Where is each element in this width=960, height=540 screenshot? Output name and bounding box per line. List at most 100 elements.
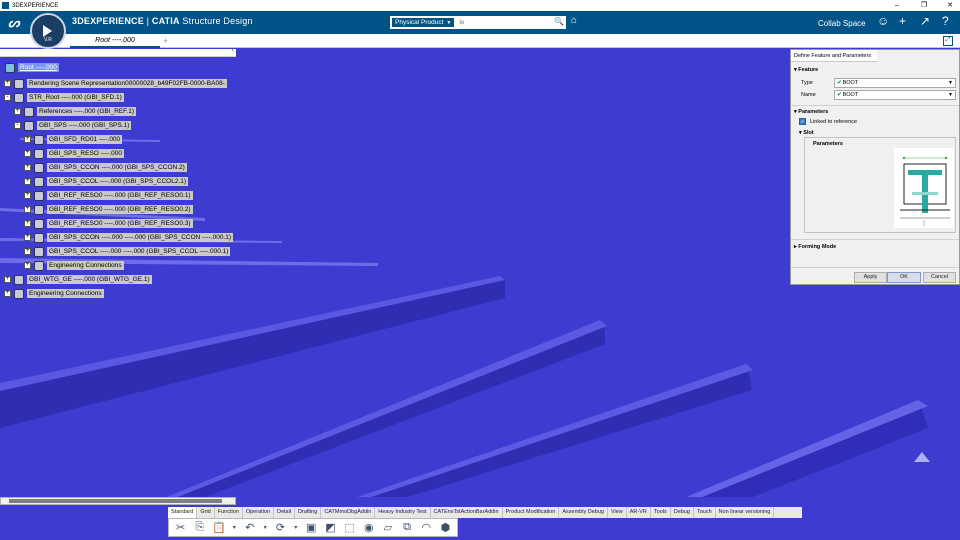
- drawing-icon[interactable]: ◉: [361, 521, 376, 535]
- action-tab[interactable]: CATEnsTstActionBarAddin: [431, 507, 503, 518]
- tree-node[interactable]: + References ----.000 (GBI_REF.1): [14, 106, 137, 117]
- action-tab[interactable]: Function: [215, 507, 243, 518]
- add-tab-icon[interactable]: +: [163, 36, 168, 46]
- tree-node[interactable]: + Engineering Connections: [24, 260, 124, 271]
- expand-icon[interactable]: +: [24, 192, 31, 199]
- action-tab[interactable]: Heavy Industry Test: [375, 507, 431, 518]
- compass-icon[interactable]: V.R: [30, 13, 66, 49]
- tree-node-label: STR_Root ----.000 (GBI_SFD.1): [27, 93, 124, 102]
- paste-icon[interactable]: 📋: [211, 521, 226, 535]
- tree-node[interactable]: + GBI_REF_RESO0 ----.000 (GBI_REF_RESO0.1…: [24, 190, 193, 201]
- action-tab[interactable]: Debug: [671, 507, 694, 518]
- action-tab[interactable]: CATMmoDbgAddin: [321, 507, 376, 518]
- maximize-icon[interactable]: ❐: [915, 0, 933, 11]
- slot-section-header[interactable]: ▾ Slot: [799, 130, 814, 136]
- tree-horizontal-scrollbar[interactable]: [0, 497, 236, 505]
- expand-icon[interactable]: +: [24, 248, 31, 255]
- collapse-icon[interactable]: -: [14, 122, 21, 129]
- tree-node[interactable]: + GBI_WTG_GE ----.000 (GBI_WTG_GE.1): [4, 274, 152, 285]
- cut-icon[interactable]: ✂: [173, 521, 188, 535]
- tree-node[interactable]: + GBI_SPS_CCOL ----.000 (GBI_SPS_CCOL2.1): [24, 176, 189, 187]
- action-tab[interactable]: Product Modification: [503, 507, 560, 518]
- expand-icon[interactable]: +: [24, 136, 31, 143]
- shape-icon[interactable]: ⬚: [342, 521, 357, 535]
- tree-node[interactable]: + GBI_SPS_CCOL ----.000 ----.000 (GBI_SPS…: [24, 246, 231, 257]
- chevron-down-icon[interactable]: ▾: [261, 521, 269, 535]
- tree-node[interactable]: + GBI_REF_RESO0 ----.000 (GBI_REF_RESO0.3…: [24, 218, 193, 229]
- expand-icon[interactable]: +: [4, 80, 11, 87]
- fullscreen-icon[interactable]: ⤢: [943, 36, 953, 46]
- user-icon[interactable]: ☺: [877, 14, 889, 28]
- action-tab[interactable]: Assembly Debug: [559, 507, 608, 518]
- collab-space-selector[interactable]: Collab Space: [818, 19, 866, 28]
- apply-button[interactable]: Apply: [854, 272, 887, 283]
- scrollbar-thumb[interactable]: [9, 499, 222, 503]
- surface-icon[interactable]: ◠: [419, 521, 434, 535]
- expand-icon[interactable]: +: [4, 290, 11, 297]
- expand-icon[interactable]: +: [4, 276, 11, 283]
- ds-logo-icon[interactable]: ᔕ: [8, 15, 20, 31]
- tree-node[interactable]: + GBI_SFD_RD01 ----.000: [24, 134, 123, 145]
- linked-to-reference-checkbox[interactable]: ✓: [799, 118, 806, 125]
- search-icon[interactable]: 🔍: [554, 17, 564, 26]
- search-context-select[interactable]: Physical Product ▼: [391, 17, 456, 28]
- tree-node[interactable]: - STR_Root ----.000 (GBI_SFD.1): [4, 92, 124, 103]
- feature-section-header[interactable]: ▾ Feature: [794, 67, 818, 73]
- cancel-button[interactable]: Cancel: [923, 272, 956, 283]
- tree-node-label: GBI_SPS_CCON ----.000 (GBI_SPS_CCON.2): [47, 163, 187, 172]
- action-tab[interactable]: AR-VR: [627, 507, 651, 518]
- name-select[interactable]: ✔BOOT ▼: [834, 90, 956, 100]
- action-tab[interactable]: Operation: [243, 507, 274, 518]
- type-select[interactable]: ✔BOOT ▼: [834, 78, 956, 88]
- action-tab[interactable]: Grid: [197, 507, 215, 518]
- expand-icon[interactable]: +: [24, 220, 31, 227]
- action-tab[interactable]: View: [608, 507, 627, 518]
- play-icon[interactable]: [43, 25, 52, 37]
- parameters-section-header[interactable]: ▾ Parameters: [794, 109, 828, 115]
- action-tab[interactable]: Standard: [168, 507, 198, 518]
- update-icon[interactable]: ⟳: [273, 521, 288, 535]
- tab-root[interactable]: Root ----.000: [70, 34, 160, 48]
- help-icon[interactable]: ?: [942, 14, 949, 28]
- ok-button[interactable]: OK: [887, 272, 921, 283]
- undo-icon[interactable]: ↶: [242, 521, 257, 535]
- tree-node[interactable]: + GBI_REF_RESO0 ----.000 (GBI_REF_RESO0.2…: [24, 204, 193, 215]
- tree-node[interactable]: - GBI_SPS ----.000 (GBI_SPS.1): [14, 120, 132, 131]
- tree-node[interactable]: Root ----.000: [2, 62, 59, 73]
- expand-icon[interactable]: +: [24, 206, 31, 213]
- solid-icon[interactable]: ⬢: [438, 521, 453, 535]
- copy-icon[interactable]: ⎘: [192, 521, 207, 535]
- tree-node[interactable]: + Rendering Scene Representation00000028_…: [4, 78, 227, 89]
- add-icon[interactable]: +: [899, 14, 906, 28]
- expand-icon[interactable]: +: [24, 178, 31, 185]
- tag-icon[interactable]: ⌂: [571, 15, 577, 26]
- tree-node[interactable]: + GBI_SPS_CCON ----.000 (GBI_SPS_CCON.2): [24, 162, 187, 173]
- minimize-icon[interactable]: –: [888, 0, 906, 11]
- tree-node[interactable]: + GBI_SPS_CCON ----.000 ----.000 (GBI_SPS…: [24, 232, 234, 243]
- collapse-icon[interactable]: -: [4, 94, 11, 101]
- assembly-icon[interactable]: ⧉: [400, 521, 415, 535]
- expand-icon[interactable]: +: [24, 164, 31, 171]
- forming-mode-section-header[interactable]: ▸ Forming Mode: [794, 244, 836, 250]
- expand-icon[interactable]: +: [24, 150, 31, 157]
- share-icon[interactable]: ↗: [920, 14, 930, 28]
- representation-icon[interactable]: ▱: [380, 521, 395, 535]
- part-icon[interactable]: ◩: [323, 521, 338, 535]
- tree-node[interactable]: + GBI_SPS_RESO ----.000: [24, 148, 124, 159]
- expand-icon[interactable]: +: [24, 234, 31, 241]
- tree-node[interactable]: + Engineering Connections: [4, 288, 104, 299]
- product-icon[interactable]: ▣: [304, 521, 319, 535]
- chevron-down-icon[interactable]: ▾: [292, 521, 300, 535]
- action-tab[interactable]: Touch: [694, 507, 716, 518]
- close-icon[interactable]: ✕: [941, 0, 959, 11]
- chevron-down-icon[interactable]: ▾: [231, 521, 239, 535]
- expand-icon[interactable]: +: [24, 262, 31, 269]
- action-tab[interactable]: Non linear versioning: [716, 507, 775, 518]
- expand-icon[interactable]: +: [14, 108, 21, 115]
- collapse-tree-icon[interactable]: ‹: [232, 47, 234, 54]
- chevron-down-icon: ▼: [446, 19, 452, 26]
- search-input[interactable]: [459, 19, 546, 26]
- action-tab[interactable]: Detail: [274, 507, 296, 518]
- action-tab[interactable]: Tools: [651, 507, 671, 518]
- action-tab[interactable]: Drafting: [295, 507, 322, 518]
